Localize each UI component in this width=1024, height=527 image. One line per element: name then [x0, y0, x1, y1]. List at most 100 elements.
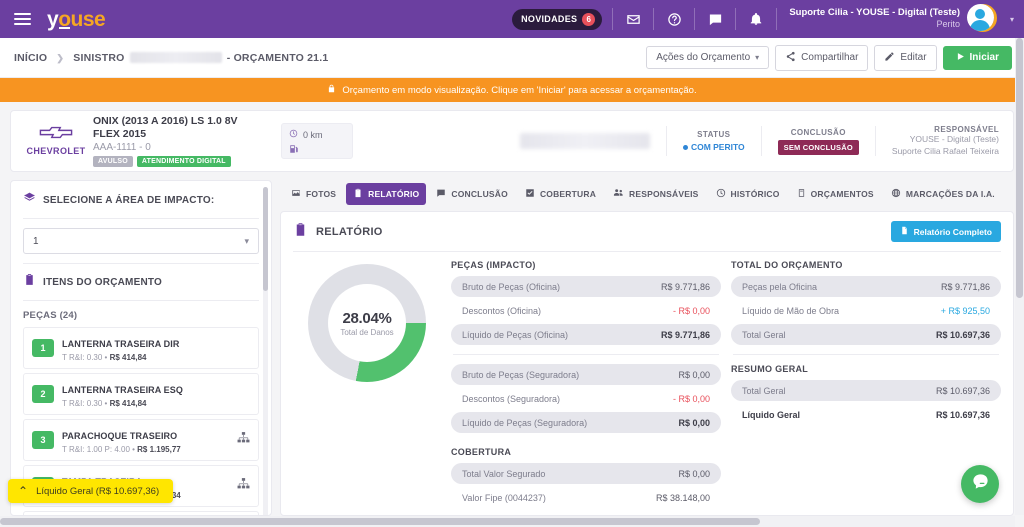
conclusao-block: CONCLUSÃO SEM CONCLUSÃO — [777, 128, 859, 155]
table-row: Peças pela Oficina R$ 9.771,86 — [731, 276, 1001, 297]
item-sub-text: T R&I: 0.30 • — [62, 353, 110, 362]
pecas-impacto-title: PEÇAS (IMPACTO) — [451, 260, 536, 270]
tab-label: ORÇAMENTOS — [810, 188, 874, 199]
novidades-button[interactable]: NOVIDADES 6 — [512, 8, 603, 30]
table-row: Total Valor Segurado R$ 0,00 — [451, 463, 721, 484]
novidades-count: 6 — [582, 12, 596, 26]
row-label: Líquido de Peças (Oficina) — [462, 329, 569, 340]
page-scrollbar-thumb[interactable] — [1016, 38, 1023, 298]
budget-items-sidebar: SELECIONE A ÁREA DE IMPACTO: 1 ▾ ITENS D… — [10, 180, 272, 516]
tab-marcacoes-ia[interactable]: MARCAÇÕES DA I.A. — [884, 183, 1002, 205]
relatorio-completo-button[interactable]: Relatório Completo — [890, 221, 1001, 242]
conclusao-badge: SEM CONCLUSÃO — [777, 139, 859, 155]
chat-bubble-icon — [971, 472, 990, 496]
compartilhar-button[interactable]: Compartilhar — [775, 44, 869, 71]
total-orcamento-title: TOTAL DO ORÇAMENTO — [731, 260, 843, 270]
breadcrumb-home[interactable]: INÍCIO — [14, 52, 47, 64]
divider — [760, 126, 762, 156]
tab-relatorio[interactable]: RELATÓRIO — [346, 182, 427, 205]
top-bar-right-group: NOVIDADES 6 Suporte Cilia - YOUSE - Digi… — [512, 0, 1014, 38]
file-icon — [900, 226, 909, 237]
row-value: - R$ 0,00 — [672, 305, 710, 316]
sidebar-scrollbar[interactable] — [263, 187, 268, 515]
row-value: R$ 38.148,00 — [655, 492, 710, 503]
status-badge: COM PERITO — [682, 142, 745, 152]
list-item[interactable]: 3 PARACHOQUE TRASEIRO T R&I: 1.00 P: 4.0… — [23, 419, 259, 461]
mail-icon[interactable] — [623, 12, 643, 27]
hierarchy-icon[interactable] — [237, 477, 250, 495]
tab-label: CONCLUSÃO — [451, 188, 508, 199]
report-body: 28.04% Total de Danos PEÇAS (IMPACTO) Br… — [281, 252, 1013, 511]
banner-text: Orçamento em modo visualização. Clique e… — [342, 84, 697, 96]
impact-area-select[interactable]: 1 ▾ — [23, 228, 259, 254]
row-value: R$ 10.697,36 — [935, 385, 990, 396]
brand-name: CHEVROLET — [26, 146, 86, 156]
fuel-row — [289, 144, 345, 156]
user-menu[interactable]: Suporte Cilia - YOUSE - Digital (Teste) … — [789, 4, 1014, 34]
globe-icon — [891, 188, 901, 200]
youse-logo[interactable]: yo use — [47, 9, 106, 30]
tab-orcamentos[interactable]: ORÇAMENTOS — [790, 183, 881, 205]
odometer-icon — [289, 129, 298, 140]
tab-conclusao[interactable]: CONCLUSÃO — [429, 183, 515, 205]
chevron-down-icon: ▾ — [755, 53, 760, 62]
page-scrollbar-horizontal[interactable] — [0, 516, 1015, 527]
tab-bar: FOTOS RELATÓRIO CONCLUSÃO COBERTURA RESP… — [280, 180, 1014, 205]
table-row: Bruto de Peças (Oficina) R$ 9.771,86 — [451, 276, 721, 297]
breadcrumb-sinistro[interactable]: SINISTRO — [73, 52, 124, 64]
report-panel: FOTOS RELATÓRIO CONCLUSÃO COBERTURA RESP… — [280, 180, 1014, 516]
hierarchy-icon[interactable] — [237, 431, 250, 449]
chevron-up-icon[interactable]: ⌃ — [18, 485, 28, 497]
editar-button[interactable]: Editar — [874, 44, 937, 71]
iniciar-button[interactable]: Iniciar — [942, 45, 1012, 70]
iniciar-label: Iniciar — [969, 52, 999, 63]
impact-area-header: SELECIONE A ÁREA DE IMPACTO: — [23, 191, 259, 209]
help-icon[interactable] — [664, 12, 684, 27]
clipboard-icon — [293, 222, 308, 242]
tag-avulso: AVULSO — [93, 156, 133, 168]
tab-cobertura[interactable]: COBERTURA — [518, 183, 603, 205]
list-item[interactable]: 2 LANTERNA TRASEIRA ESQ T R&I: 0.30 • R$… — [23, 373, 259, 415]
relatorio-completo-label: Relatório Completo — [913, 226, 992, 237]
tab-historico[interactable]: HISTÓRICO — [709, 183, 787, 205]
divider — [776, 8, 778, 30]
sidebar-scrollbar-thumb[interactable] — [263, 187, 268, 291]
liquido-geral-toast[interactable]: ⌃ Líquido Geral (R$ 10.697,36) — [8, 479, 174, 503]
acoes-do-orcamento-button[interactable]: Ações do Orçamento ▾ — [646, 46, 770, 69]
report-title: RELATÓRIO — [316, 225, 383, 238]
redacted-claim-number — [129, 52, 222, 64]
action-buttons: Ações do Orçamento ▾ Compartilhar Editar… — [646, 44, 1012, 71]
responsavel-line2: Suporte Cilia Rafael Teixeira — [891, 145, 999, 156]
chat-icon[interactable] — [705, 12, 725, 27]
status-dot-icon — [682, 144, 688, 150]
list-item[interactable]: 1 LANTERNA TRASEIRA DIR T R&I: 0.30 • R$… — [23, 327, 259, 369]
budget-items-title: ITENS DO ORÇAMENTO — [43, 276, 162, 288]
chevron-down-icon[interactable]: ▾ — [1010, 15, 1014, 24]
hamburger-icon[interactable] — [14, 13, 31, 25]
item-text: PARACHOQUE TRASEIRO T R&I: 1.00 P: 4.00 … — [62, 426, 181, 454]
row-label: Peças pela Oficina — [742, 281, 818, 292]
page-scrollbar-vertical[interactable] — [1015, 38, 1024, 515]
row-value: R$ 9.771,86 — [660, 329, 710, 340]
layers-icon — [23, 191, 36, 209]
bell-icon[interactable] — [746, 12, 766, 26]
chat-bubble-button[interactable] — [961, 465, 999, 503]
tab-fotos[interactable]: FOTOS — [284, 183, 343, 205]
vehicle-info: ONIX (2013 A 2016) LS 1.0 8V FLEX 2015 A… — [93, 115, 253, 168]
item-sub: T R&I: 0.30 • R$ 414,84 — [62, 353, 179, 362]
status-label: STATUS — [697, 130, 731, 139]
page-scrollbar-h-thumb[interactable] — [0, 518, 760, 525]
view-mode-banner: Orçamento em modo visualização. Clique e… — [0, 78, 1024, 102]
user-text: Suporte Cilia - YOUSE - Digital (Teste) … — [789, 7, 960, 29]
divider — [23, 218, 259, 219]
table-row: Descontos (Oficina) - R$ 0,00 — [451, 300, 721, 321]
tab-responsaveis[interactable]: RESPONSÁVEIS — [606, 182, 705, 205]
row-label: Bruto de Peças (Oficina) — [462, 281, 561, 292]
donut-percent: 28.04% — [342, 309, 392, 327]
item-sub: T R&I: 1.00 P: 4.00 • R$ 1.195,77 — [62, 445, 181, 454]
avatar[interactable] — [966, 4, 997, 34]
row-label: Total Geral — [742, 385, 786, 396]
row-label: Líquido Geral — [742, 409, 801, 420]
table-row: Descontos (Seguradora) - R$ 0,00 — [451, 388, 721, 409]
responsavel-line1: YOUSE - Digital (Teste) — [909, 134, 999, 145]
